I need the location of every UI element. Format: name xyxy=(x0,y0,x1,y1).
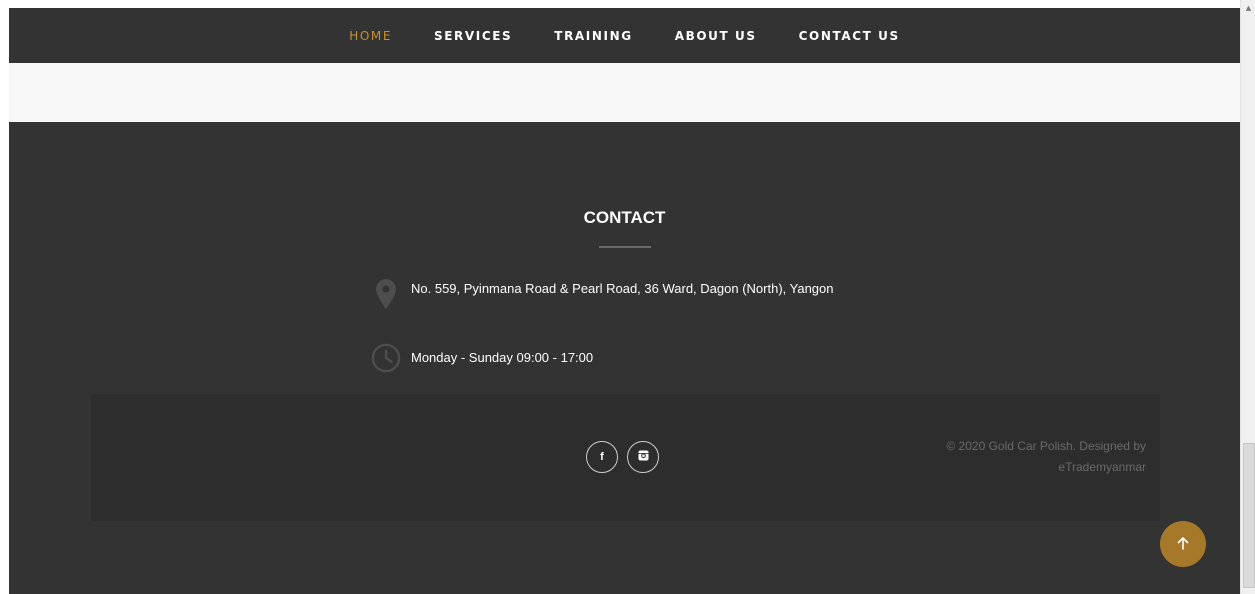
hours-row: Monday - Sunday 09:00 - 17:00 xyxy=(371,342,593,374)
footer-bottom-bar: f © 2020 Gold Car Polish. Designed by eT… xyxy=(91,394,1160,521)
map-pin-icon xyxy=(371,278,401,310)
contact-footer: CONTACT No. 559, Pyinmana Road & Pearl R… xyxy=(9,122,1240,594)
nav-services[interactable]: SERVICES xyxy=(434,29,512,43)
top-strip xyxy=(0,0,1240,8)
instagram-icon xyxy=(638,450,649,464)
main-navbar: HOME SERVICES TRAINING ABOUT US CONTACT … xyxy=(9,8,1240,63)
scrollbar-thumb[interactable] xyxy=(1243,443,1255,588)
heading-divider xyxy=(599,246,651,248)
social-links: f xyxy=(586,441,659,473)
designer-link[interactable]: eTrademyanmar xyxy=(1058,460,1146,474)
clock-icon xyxy=(371,342,401,374)
hours-text: Monday - Sunday 09:00 - 17:00 xyxy=(411,350,594,365)
nav-contact-us[interactable]: CONTACT US xyxy=(799,29,900,43)
facebook-button[interactable]: f xyxy=(586,441,618,473)
copyright-notice: © 2020 Gold Car Polish. Designed by eTra… xyxy=(886,436,1146,478)
instagram-button[interactable] xyxy=(627,441,659,473)
nav-home[interactable]: HOME xyxy=(349,29,392,43)
address-row: No. 559, Pyinmana Road & Pearl Road, 36 … xyxy=(371,278,851,310)
nav-training[interactable]: TRAINING xyxy=(554,29,632,43)
page-scrollbar[interactable]: ▲ xyxy=(1240,0,1255,594)
content-band xyxy=(9,63,1240,122)
facebook-icon: f xyxy=(600,451,604,463)
address-text: No. 559, Pyinmana Road & Pearl Road, 36 … xyxy=(411,281,834,296)
arrow-up-icon xyxy=(1177,535,1189,554)
back-to-top-button[interactable] xyxy=(1160,521,1206,567)
contact-heading: CONTACT xyxy=(583,208,666,227)
copyright-text: © 2020 Gold Car Polish. Designed by xyxy=(946,439,1146,453)
left-strip xyxy=(0,0,9,594)
scroll-up-arrow-icon[interactable]: ▲ xyxy=(1241,0,1255,15)
nav-about-us[interactable]: ABOUT US xyxy=(675,29,757,43)
